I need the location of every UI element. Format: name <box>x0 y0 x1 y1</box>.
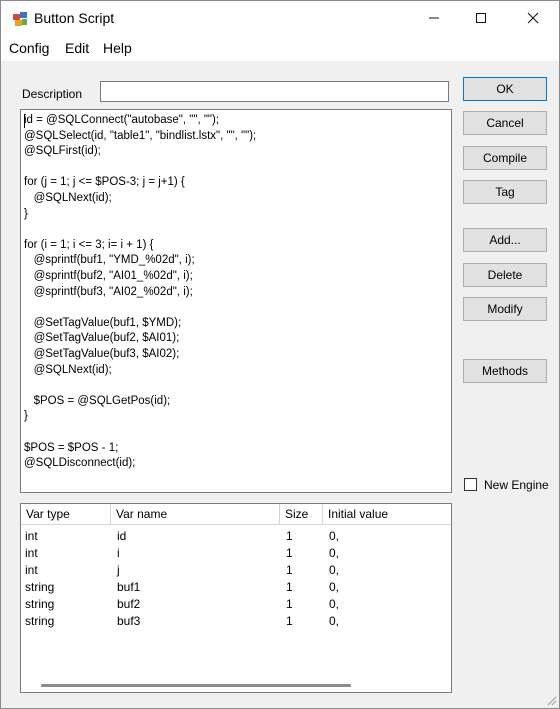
var-initial-value-cell: 0, <box>329 529 340 543</box>
maximize-button[interactable] <box>458 1 504 35</box>
var-name-cell: id <box>117 529 127 543</box>
var-type-cell: int <box>25 546 38 560</box>
var-size-cell: 1 <box>286 614 293 628</box>
code-line: } <box>24 410 28 423</box>
var-name-cell: j <box>117 563 120 577</box>
var-type-cell: string <box>25 580 55 594</box>
code-line: @SQLNext(id); <box>24 363 112 376</box>
menu-edit[interactable]: Edit <box>65 40 89 56</box>
code-line: @SetTagValue(buf3, $AI02); <box>24 348 180 360</box>
menu-bar: Config Edit Help <box>1 35 559 61</box>
column-var-type[interactable]: Var type <box>21 504 111 524</box>
code-line: $POS = $POS - 1; <box>24 441 119 454</box>
var-name-cell: buf2 <box>117 597 141 611</box>
var-initial-value-cell: 0, <box>329 546 340 560</box>
var-type-cell: string <box>25 614 55 628</box>
maximize-icon <box>476 13 486 23</box>
var-name-cell: buf3 <box>117 614 141 628</box>
cancel-button[interactable]: Cancel <box>463 111 547 135</box>
code-line: @SQLDisconnect(id); <box>24 457 136 470</box>
code-line: @SQLNext(id); <box>24 192 112 204</box>
compile-button[interactable]: Compile <box>463 146 547 170</box>
minimize-icon <box>429 17 439 19</box>
var-size-cell: 1 <box>286 597 293 611</box>
code-line: @SetTagValue(buf1, $YMD); <box>24 316 182 329</box>
var-type-cell: int <box>25 529 38 543</box>
code-line: @SQLSelect(id, "table1", "bindlist.lstx"… <box>24 129 257 142</box>
code-line: } <box>24 207 28 220</box>
table-row[interactable]: int i 1 0, <box>21 545 451 562</box>
menu-help[interactable]: Help <box>103 40 132 56</box>
code-line: @sprintf(buf2, "AI01_%02d", i); <box>24 270 193 282</box>
menu-config[interactable]: Config <box>9 40 49 56</box>
var-size-cell: 1 <box>286 546 293 560</box>
code-line: @sprintf(buf3, "AI02_%02d", i); <box>24 285 193 298</box>
table-row[interactable]: string buf1 1 0, <box>21 579 451 596</box>
table-row[interactable]: int id 1 0, <box>21 528 451 545</box>
code-line: @SetTagValue(buf2, $AI01); <box>24 332 180 345</box>
code-line: @SQLFirst(id); <box>24 145 101 158</box>
script-editor[interactable]: id = @SQLConnect("autobase", "", ""); @SQ… <box>20 109 452 493</box>
horizontal-scrollbar[interactable] <box>41 684 351 687</box>
description-label: Description <box>22 87 83 101</box>
app-icon <box>13 12 27 26</box>
delete-button[interactable]: Delete <box>463 263 547 287</box>
var-type-cell: int <box>25 563 38 577</box>
modify-button[interactable]: Modify <box>463 297 547 321</box>
window-title: Button Script <box>34 10 115 26</box>
table-row[interactable]: string buf2 1 0, <box>21 596 451 613</box>
var-initial-value-cell: 0, <box>329 597 340 611</box>
close-icon <box>527 12 539 24</box>
var-name-cell: buf1 <box>117 580 141 594</box>
table-row[interactable]: int j 1 0, <box>21 562 451 579</box>
ok-button[interactable]: OK <box>463 77 547 101</box>
var-size-cell: 1 <box>286 529 293 543</box>
var-size-cell: 1 <box>286 563 293 577</box>
var-name-cell: i <box>117 546 120 560</box>
resize-grip-icon[interactable] <box>545 694 557 706</box>
code-line: for (j = 1; j <= $POS-3; j = j+1) { <box>24 176 185 189</box>
column-initial-value[interactable]: Initial value <box>323 504 451 524</box>
var-initial-value-cell: 0, <box>329 614 340 628</box>
minimize-button[interactable] <box>411 1 457 35</box>
table-row[interactable]: string buf3 1 0, <box>21 613 451 630</box>
methods-button[interactable]: Methods <box>463 359 547 383</box>
new-engine-label[interactable]: New Engine <box>484 478 549 492</box>
title-bar: Button Script <box>1 1 559 35</box>
button-script-window: Button Script Config Edit Help Descripti… <box>0 0 560 709</box>
variables-table[interactable]: Var type Var name Size Initial value int… <box>20 503 452 693</box>
add-button[interactable]: Add... <box>463 228 547 252</box>
variables-table-header: Var type Var name Size Initial value <box>21 504 451 525</box>
code-line: $POS = @SQLGetPos(id); <box>24 394 171 407</box>
description-input[interactable] <box>100 81 449 102</box>
code-line: id = @SQLConnect("autobase", "", ""); <box>24 114 220 126</box>
code-line: @sprintf(buf1, "YMD_%02d", i); <box>24 254 195 267</box>
column-size[interactable]: Size <box>280 504 323 524</box>
new-engine-checkbox[interactable] <box>464 478 477 491</box>
column-var-name[interactable]: Var name <box>111 504 280 524</box>
var-type-cell: string <box>25 597 55 611</box>
close-button[interactable] <box>510 1 556 35</box>
var-size-cell: 1 <box>286 580 293 594</box>
code-line: for (i = 1; i <= 3; i= i + 1) { <box>24 238 154 251</box>
var-initial-value-cell: 0, <box>329 580 340 594</box>
var-initial-value-cell: 0, <box>329 563 340 577</box>
tag-button[interactable]: Tag <box>463 180 547 204</box>
